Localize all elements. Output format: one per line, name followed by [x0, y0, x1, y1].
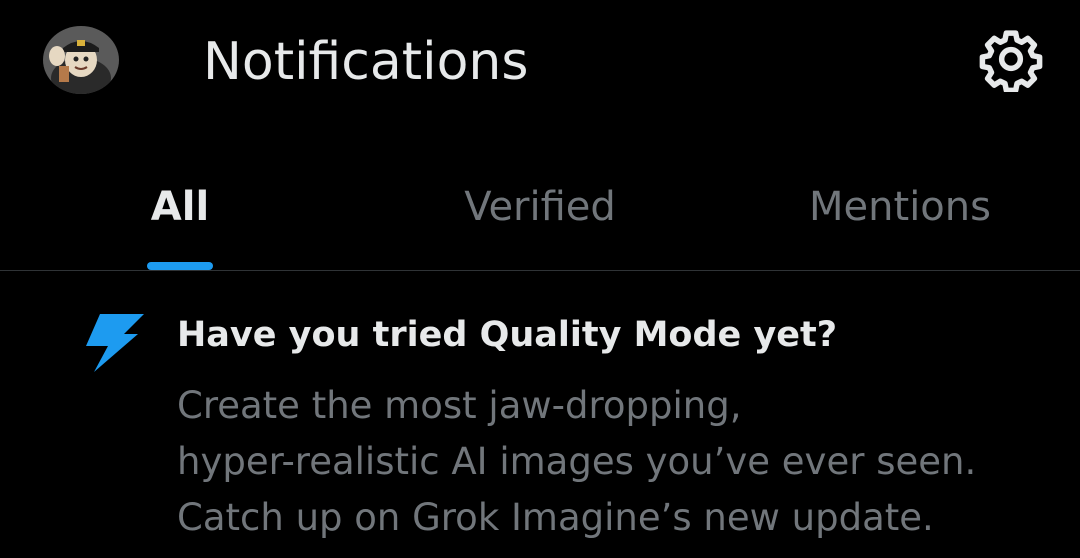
- notification-body-line: hyper-realistic AI images you’ve ever se…: [177, 440, 977, 483]
- tab-mentions[interactable]: Mentions: [720, 170, 1080, 270]
- notification-body-line: Create the most jaw-dropping,: [177, 384, 742, 427]
- notification-body: Create the most jaw-dropping, hyper-real…: [177, 378, 1057, 546]
- avatar-image: [43, 26, 119, 94]
- top-bar: Notifications: [0, 0, 1080, 130]
- notification-title: Have you tried Quality Mode yet?: [177, 315, 838, 355]
- tab-bar: All Verified Mentions: [0, 170, 1080, 270]
- tab-label: Mentions: [809, 184, 991, 230]
- notification-body-line: Catch up on Grok Imagine’s new update.: [177, 496, 934, 539]
- gear-icon: [979, 30, 1043, 94]
- page-title: Notifications: [203, 32, 529, 92]
- tab-verified[interactable]: Verified: [360, 170, 720, 270]
- lightning-bolt-icon: [86, 314, 144, 372]
- tab-label: Verified: [464, 184, 616, 230]
- tab-all[interactable]: All: [0, 170, 360, 270]
- settings-button[interactable]: [978, 26, 1044, 94]
- active-tab-indicator: [147, 262, 213, 270]
- tab-label: All: [150, 184, 210, 230]
- avatar[interactable]: [43, 26, 119, 94]
